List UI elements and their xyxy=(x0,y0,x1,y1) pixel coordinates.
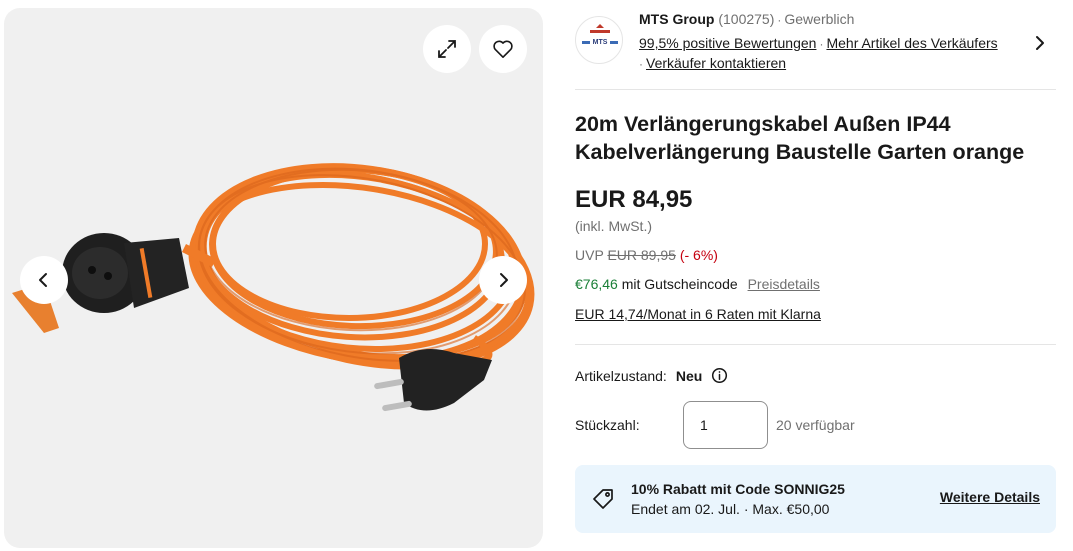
coupon-tag-icon xyxy=(593,489,613,509)
klarna-financing-link[interactable]: EUR 14,74/Monat in 6 Raten mit Klarna xyxy=(575,306,821,322)
seller-feedback-count: (100275) xyxy=(718,11,775,27)
uvp-row: UVP EUR 89,95 (- 6%) xyxy=(575,247,718,263)
vat-note: (inkl. MwSt.) xyxy=(575,218,652,234)
promo-banner: 10% Rabatt mit Code SONNIG25 Endet am 02… xyxy=(575,465,1056,533)
divider xyxy=(575,89,1056,90)
divider xyxy=(575,344,1056,345)
item-title: 20m Verlängerungskabel Außen IP44 Kabelv… xyxy=(575,112,1025,164)
seller-name[interactable]: MTS Group xyxy=(639,11,714,27)
contact-seller-link[interactable]: Verkäufer kontaktieren xyxy=(646,55,786,71)
coupon-text: mit Gutscheincode xyxy=(621,276,738,292)
image-gallery[interactable] xyxy=(4,8,543,548)
quantity-input[interactable] xyxy=(683,401,768,449)
promo-details-link[interactable]: Weitere Details xyxy=(940,489,1040,505)
quantity-label: Stückzahl: xyxy=(575,417,640,433)
seller-logo[interactable]: MTS xyxy=(575,16,623,64)
condition-value: Neu xyxy=(675,367,703,384)
quantity-available: 20 verfügbar xyxy=(776,417,855,433)
expand-image-button[interactable] xyxy=(423,25,471,73)
coupon-price: €76,46 xyxy=(575,276,618,292)
uvp-label: UVP xyxy=(575,247,604,263)
promo-title: 10% Rabatt mit Code SONNIG25 xyxy=(631,481,845,497)
expand-icon xyxy=(438,40,456,58)
condition-label: Artikelzustand: xyxy=(575,367,667,384)
separator-dot: · xyxy=(819,37,824,51)
chevron-left-icon xyxy=(39,273,47,287)
seller-links: 99,5% positive Bewertungen · Mehr Artikel … xyxy=(639,34,998,53)
positive-feedback-link[interactable]: 99,5% positive Bewertungen xyxy=(639,35,816,51)
seller-contact-row: · Verkäufer kontaktieren xyxy=(639,54,786,73)
coupon-row: €76,46 mit Gutscheincode Preisdetails xyxy=(575,276,820,292)
more-items-link[interactable]: Mehr Artikel des Verkäufers xyxy=(826,35,997,51)
item-price: EUR 84,95 xyxy=(575,186,693,213)
previous-image-button[interactable] xyxy=(20,256,68,304)
chevron-right-icon xyxy=(500,273,508,287)
separator-dot: · xyxy=(777,13,782,27)
price-details-link[interactable]: Preisdetails xyxy=(748,276,820,292)
info-icon[interactable] xyxy=(711,367,728,384)
uvp-discount: (- 6%) xyxy=(679,247,718,263)
seller-type: Gewerblich xyxy=(784,11,855,27)
item-info-panel: MTS MTS Group (100275) · Gewerblich 99,5% … xyxy=(575,0,1056,551)
product-image[interactable] xyxy=(4,8,543,548)
seller-logo-text: MTS xyxy=(593,39,608,46)
seller-header: MTS Group (100275) · Gewerblich xyxy=(639,10,854,29)
watch-button[interactable] xyxy=(479,25,527,73)
heart-icon xyxy=(493,40,513,58)
condition-row: Artikelzustand: Neu xyxy=(575,367,728,384)
separator-dot: · xyxy=(639,57,643,71)
promo-subtitle: Endet am 02. Jul. · Max. €50,00 xyxy=(631,501,830,517)
next-image-button[interactable] xyxy=(479,256,527,304)
seller-card: MTS MTS Group (100275) · Gewerblich 99,5% … xyxy=(575,10,1056,74)
uvp-price: EUR 89,95 xyxy=(607,247,676,263)
chevron-right-icon[interactable] xyxy=(1031,34,1049,52)
